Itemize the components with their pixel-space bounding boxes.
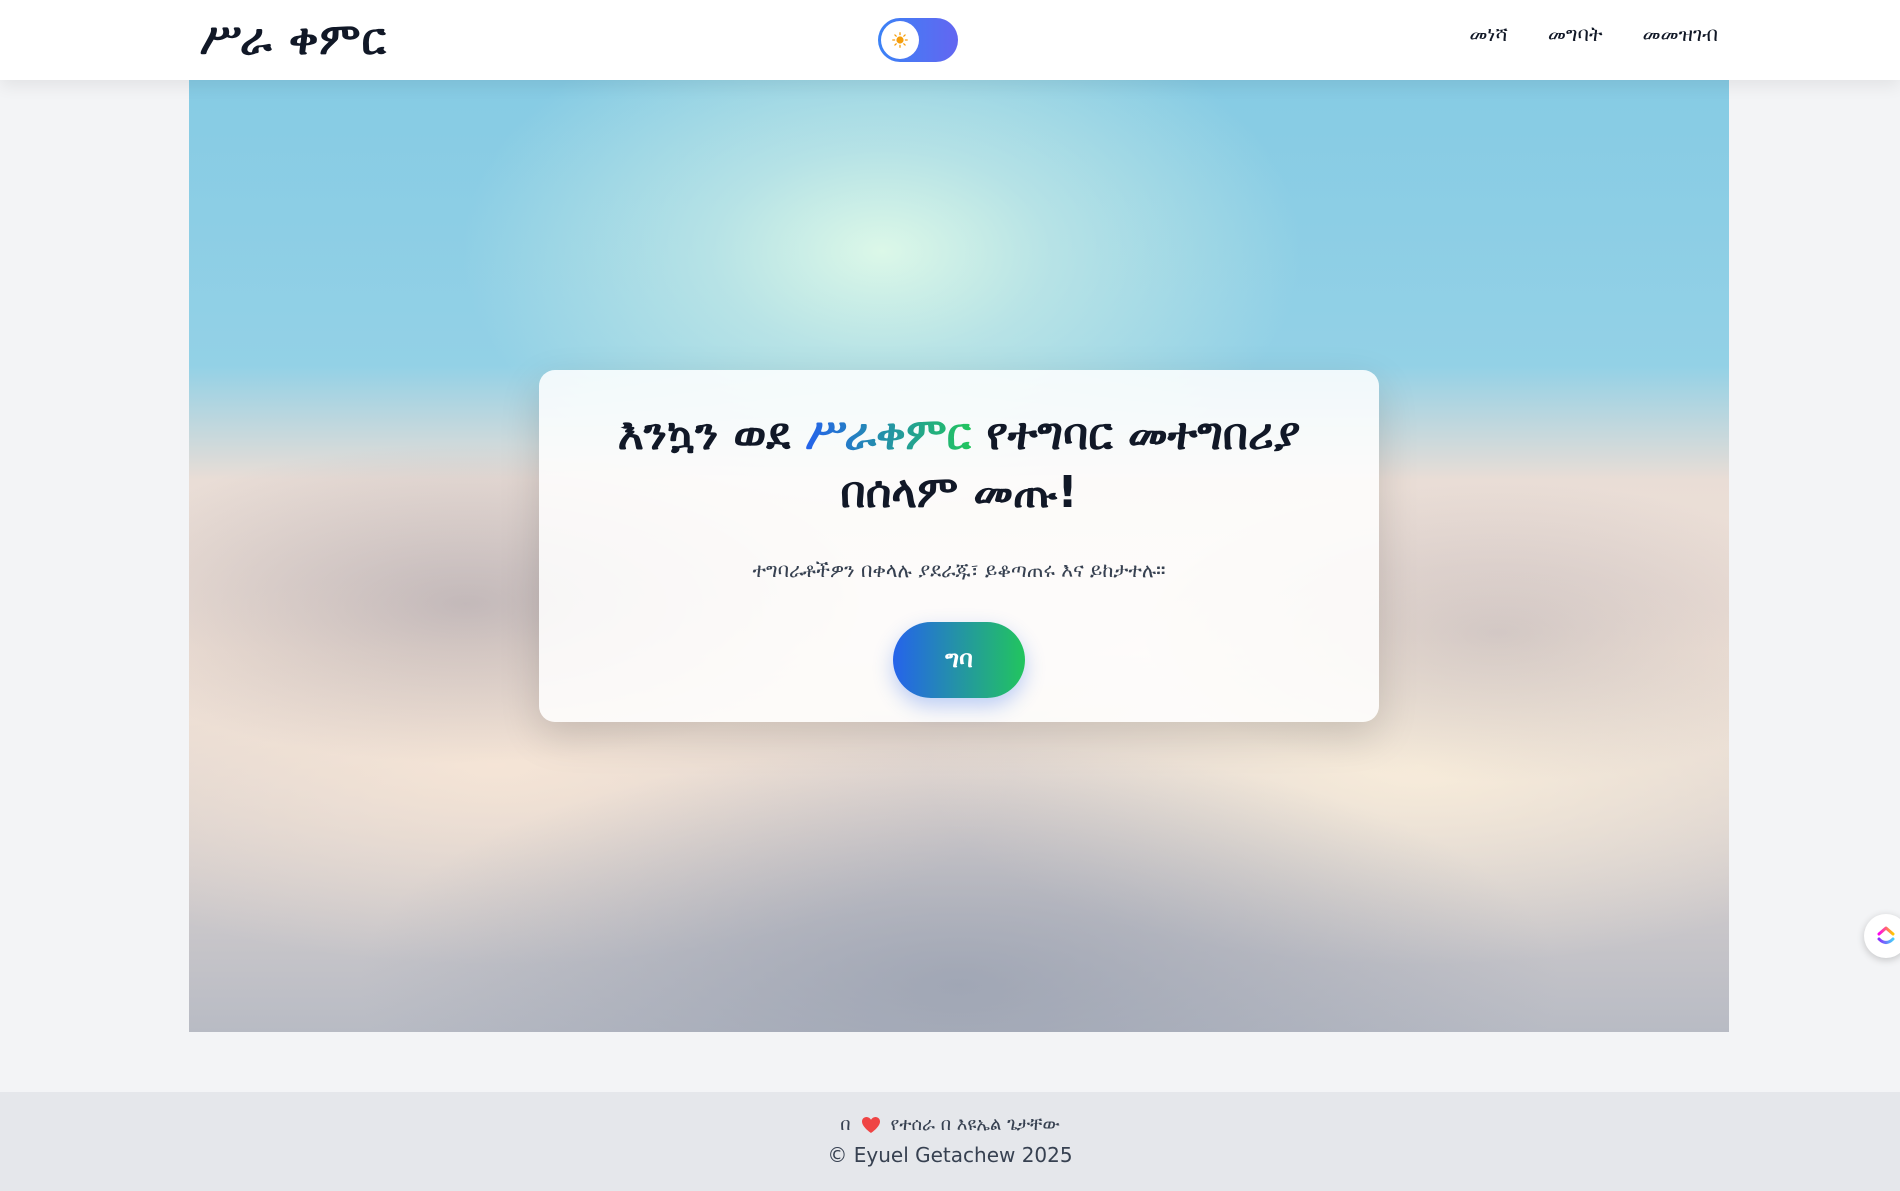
footer-credit-suffix: የተሰራ በ እዩኤል ጌታቸው — [890, 1114, 1060, 1135]
hero-title-brand: ሥራቀምር — [805, 409, 972, 460]
hero-title: እንኳን ወደ ሥራቀምር የተግባር መተግበሪያ በሰላም መጡ! — [599, 406, 1319, 522]
sun-icon — [892, 32, 908, 48]
site-header: ሥራ ቀምር መነሻ መግባት መመዝገብ — [0, 0, 1900, 80]
hero-title-prefix: እንኳን ወደ — [617, 409, 806, 460]
logo[interactable]: ሥራ ቀምር — [200, 14, 387, 65]
heart-icon — [861, 1116, 880, 1133]
clickup-icon — [1877, 926, 1895, 944]
hero-card: እንኳን ወደ ሥራቀምር የተግባር መተግበሪያ በሰላም መጡ! ተግባራ… — [539, 370, 1379, 722]
footer-credit-prefix: በ — [840, 1114, 851, 1135]
toggle-knob — [881, 21, 919, 59]
login-button[interactable]: ግባ — [893, 622, 1025, 698]
footer-credit: በ የተሰራ በ እዩኤል ጌታቸው — [0, 1114, 1900, 1135]
main-nav: መነሻ መግባት መመዝገብ — [1469, 22, 1718, 46]
hero-section: እንኳን ወደ ሥራቀምር የተግባር መተግበሪያ በሰላም መጡ! ተግባራ… — [189, 80, 1729, 1032]
theme-toggle[interactable] — [878, 18, 958, 62]
nav-link-login[interactable]: መግባት — [1548, 22, 1603, 46]
footer-copyright: © Eyuel Getachew 2025 — [827, 1143, 1073, 1167]
site-footer: በ የተሰራ በ እዩኤል ጌታቸው © Eyuel Getachew 2025 — [0, 1092, 1900, 1191]
clickup-widget-button[interactable] — [1864, 914, 1900, 958]
nav-link-home[interactable]: መነሻ — [1469, 22, 1507, 46]
hero-subtitle: ተግባራቶችዎን በቀላሉ ያደራጁ፣ ይቆጣጠሩ እና ይከታተሉ። — [752, 558, 1166, 582]
nav-link-register[interactable]: መመዝገብ — [1642, 22, 1718, 46]
